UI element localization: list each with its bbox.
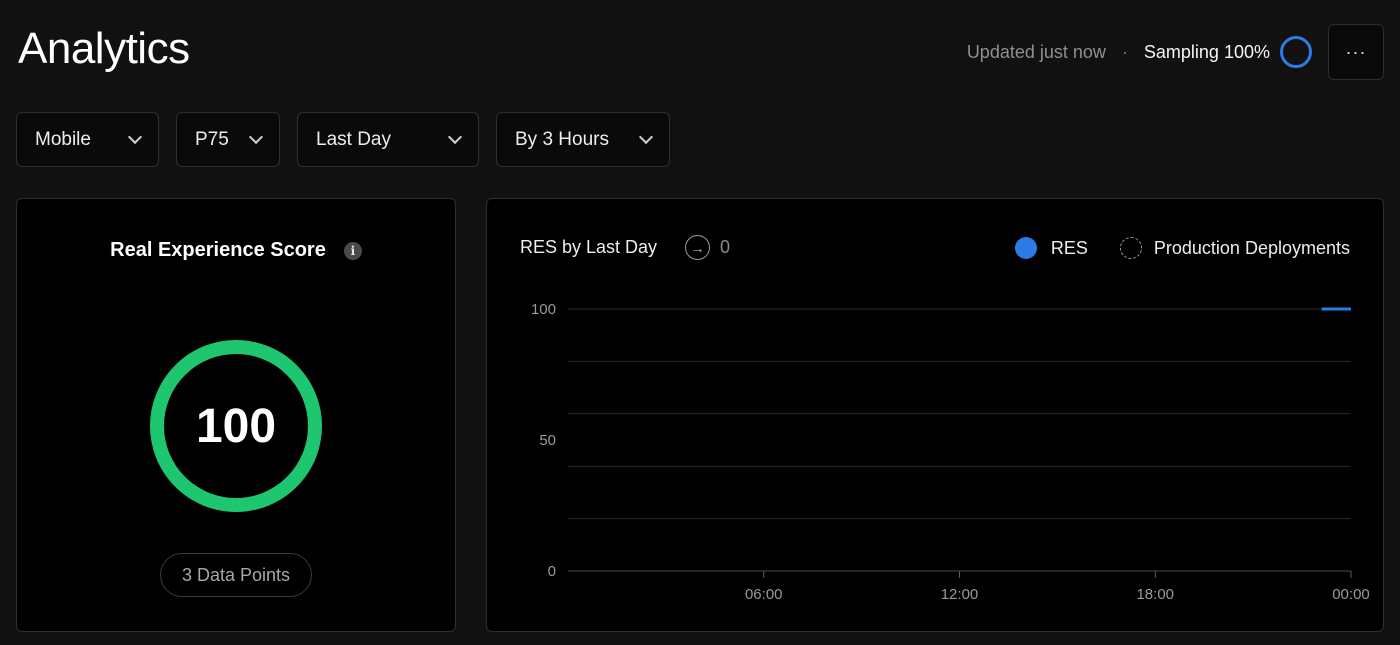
device-filter-dropdown[interactable]: Mobile (16, 112, 159, 167)
timerange-filter-label: Last Day (316, 128, 391, 150)
header-status: Updated just now · Sampling 100% ··· (967, 24, 1384, 80)
legend-deployments-label: Production Deployments (1153, 237, 1350, 258)
y-tick-label: 0 (548, 563, 556, 580)
chevron-down-icon (248, 129, 264, 144)
percentile-filter-dropdown[interactable]: P75 (176, 112, 280, 167)
arrow-right-icon[interactable]: → (685, 235, 710, 260)
data-points-badge: 3 Data Points (160, 553, 312, 597)
x-tick-label: 06:00 (745, 586, 783, 603)
chart-title: RES by Last Day (520, 237, 658, 257)
chart-card: 0 50 100 06:00 12:00 18:00 00:00 RES by Last D… (486, 198, 1384, 632)
res-chart: 0 50 100 06:00 12:00 18:00 00:00 (531, 301, 1370, 603)
granularity-filter-label: By 3 Hours (515, 128, 609, 150)
chart-legend: RES Production Deployments (1014, 237, 1350, 259)
timerange-filter-dropdown[interactable]: Last Day (297, 112, 479, 167)
legend-res-dot (1014, 237, 1037, 259)
score-gauge: 100 (150, 340, 322, 512)
score-value: 100 (195, 399, 277, 453)
y-tick-label: 50 (539, 432, 556, 449)
sampling-ring-icon (1280, 36, 1312, 68)
chevron-down-icon (447, 129, 463, 144)
more-options-button[interactable]: ··· (1328, 24, 1384, 80)
chevron-down-icon (127, 129, 143, 144)
x-tick-label: 12:00 (941, 586, 979, 603)
score-card: Real Experience Score i 100 3 Data Point… (16, 198, 456, 632)
legend-res-label: RES (1050, 237, 1088, 258)
x-tick-label: 18:00 (1136, 586, 1174, 603)
device-filter-label: Mobile (35, 128, 91, 150)
x-tick-label: 00:00 (1332, 586, 1370, 603)
score-card-title: Real Experience Score (110, 239, 326, 261)
info-icon[interactable]: i (343, 241, 362, 260)
y-tick-label: 100 (531, 301, 556, 318)
sampling-label: Sampling 100% (1143, 41, 1270, 62)
deployments-count: 0 (720, 237, 731, 257)
updated-status: Updated just now (966, 41, 1106, 62)
page-title: Analytics (18, 24, 190, 73)
legend-deployments-dot (1119, 237, 1142, 259)
analytics-page: Analytics Updated just now · Sampling 10… (0, 0, 1400, 645)
percentile-filter-label: P75 (195, 128, 229, 150)
granularity-filter-dropdown[interactable]: By 3 Hours (496, 112, 670, 167)
separator-dot: · (1121, 41, 1128, 62)
chevron-down-icon (638, 129, 654, 144)
score-card-header: Real Experience Score i (17, 239, 455, 262)
